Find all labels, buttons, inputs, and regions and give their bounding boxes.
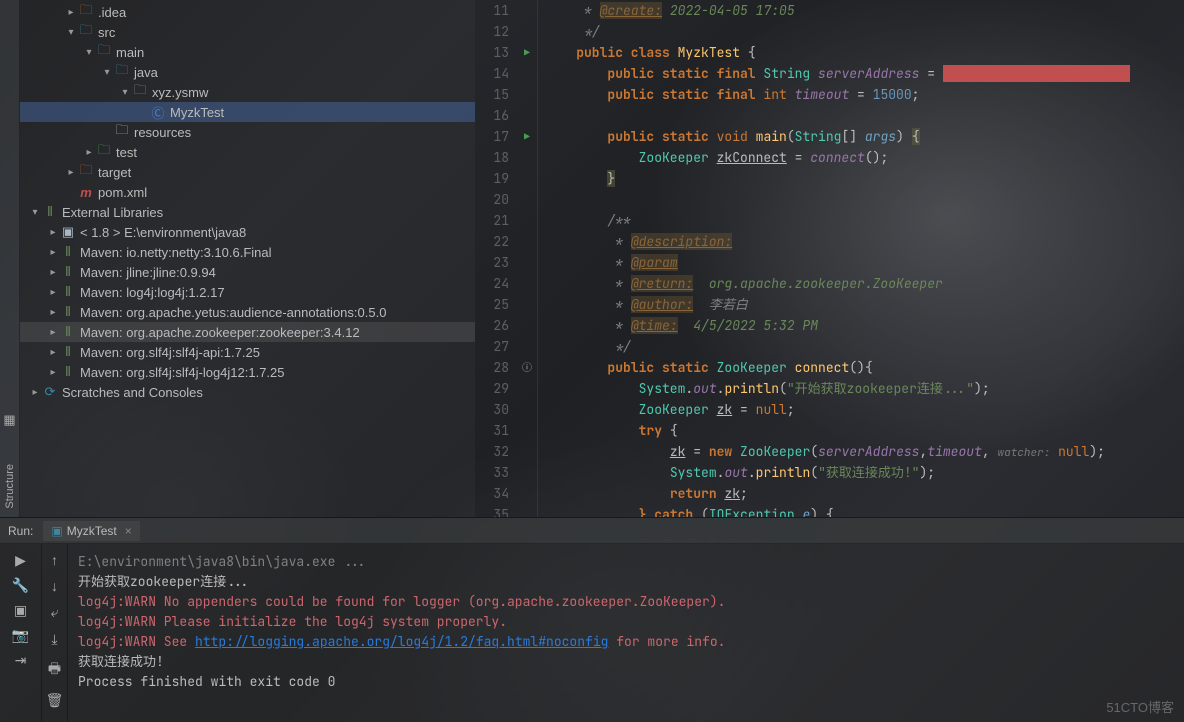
console-line: 获取连接成功! <box>78 652 1174 672</box>
run-tab-icon: ▣ <box>51 524 62 538</box>
tree-row[interactable]: mpom.xml <box>20 182 475 202</box>
tree-label: Maven: jline:jline:0.9.94 <box>80 265 216 280</box>
console-line: log4j:WARN No appenders could be found f… <box>78 592 1174 612</box>
tree-row[interactable]: ▸⫴Maven: log4j:log4j:1.2.17 <box>20 282 475 302</box>
up-arrow-icon[interactable]: ↑ <box>51 552 58 568</box>
tree-label: Maven: io.netty:netty:3.10.6.Final <box>80 245 272 260</box>
chevron-icon[interactable]: ▸ <box>46 247 60 258</box>
chevron-icon[interactable]: ▸ <box>46 327 60 338</box>
tree-row[interactable]: ▾⫴External Libraries <box>20 202 475 222</box>
chevron-icon[interactable]: ▸ <box>28 387 42 398</box>
down-arrow-icon[interactable]: ↓ <box>51 578 58 594</box>
soft-wrap-icon[interactable]: ⤶ <box>51 604 59 621</box>
chevron-icon[interactable]: ▾ <box>64 27 78 38</box>
fold-gutter <box>537 0 545 517</box>
tree-label: resources <box>134 125 191 140</box>
tree-label: Maven: org.slf4j:slf4j-log4j12:1.7.25 <box>80 365 285 380</box>
run-label: Run: <box>8 524 33 538</box>
run-tabs[interactable]: Run: ▣ MyzkTest × <box>0 518 1184 544</box>
tree-row[interactable]: ⒸMyzkTest <box>20 102 475 122</box>
tree-label: External Libraries <box>62 205 163 220</box>
left-tool-gutter: ▦ Structure <box>0 0 20 517</box>
trash-icon[interactable]: 🗑 <box>46 692 64 709</box>
tree-row[interactable]: ▾🗀main <box>20 42 475 62</box>
tree-label: < 1.8 > E:\environment\java8 <box>80 225 246 240</box>
tree-row[interactable]: ▸⫴Maven: io.netty:netty:3.10.6.Final <box>20 242 475 262</box>
tree-label: pom.xml <box>98 185 147 200</box>
code-content[interactable]: * @create: 2022-04-05 17:05 */ public cl… <box>545 0 1184 517</box>
tree-label: .idea <box>98 5 126 20</box>
tree-row[interactable]: ▸🗀.idea <box>20 2 475 22</box>
run-gutter-icon[interactable]: ▶ <box>524 130 530 143</box>
run-toolbar-primary: ▶ 🔧 ▣ 📷 ⇥ <box>0 544 42 722</box>
tree-row[interactable]: ▸⟳Scratches and Consoles <box>20 382 475 402</box>
camera-icon[interactable]: 📷 <box>12 627 29 644</box>
print-icon[interactable]: 🖶 <box>48 658 61 682</box>
tree-row[interactable]: ▸🗀target <box>20 162 475 182</box>
rerun-icon[interactable]: ▶ <box>15 552 26 569</box>
scroll-end-icon[interactable]: ⤓ <box>51 631 57 648</box>
tree-label: Maven: org.slf4j:slf4j-api:1.7.25 <box>80 345 260 360</box>
structure-tab[interactable]: Structure <box>4 464 16 509</box>
tree-row[interactable]: ▾🗀src <box>20 22 475 42</box>
gutter-markers[interactable]: ▶ ▶ ⓘ <box>517 0 537 517</box>
tree-label: MyzkTest <box>170 105 224 120</box>
chevron-icon[interactable]: ▸ <box>46 287 60 298</box>
tree-row[interactable]: ▸⫴Maven: org.apache.zookeeper:zookeeper:… <box>20 322 475 342</box>
structure-icon[interactable]: ▦ <box>3 412 15 428</box>
tree-label: xyz.ysmw <box>152 85 208 100</box>
line-number-gutter: 1112131415161718192021222324252627282930… <box>475 0 517 517</box>
tree-label: java <box>134 65 158 80</box>
tree-label: target <box>98 165 131 180</box>
run-tool-window: Run: ▣ MyzkTest × ▶ 🔧 ▣ 📷 ⇥ ↑ ↓ ⤶ ⤓ 🖶 🗑 <box>0 517 1184 722</box>
layout-icon[interactable]: ▣ <box>14 602 27 619</box>
exit-icon[interactable]: ⇥ <box>15 652 27 669</box>
tree-row[interactable]: ▸⫴Maven: org.slf4j:slf4j-log4j12:1.7.25 <box>20 362 475 382</box>
chevron-icon[interactable]: ▸ <box>46 367 60 378</box>
chevron-icon[interactable]: ▸ <box>46 227 60 238</box>
console-line: E:\environment\java8\bin\java.exe ... <box>78 552 1174 572</box>
chevron-icon[interactable]: ▾ <box>118 87 132 98</box>
chevron-icon[interactable]: ▸ <box>46 307 60 318</box>
chevron-icon[interactable]: ▾ <box>100 67 114 78</box>
chevron-icon[interactable]: ▸ <box>64 7 78 18</box>
project-tree[interactable]: ▸🗀.idea▾🗀src▾🗀main▾🗀java▾🗀xyz.ysmwⒸMyzkT… <box>20 0 475 517</box>
tree-label: Maven: log4j:log4j:1.2.17 <box>80 285 225 300</box>
tree-row[interactable]: ▸⫴Maven: org.apache.yetus:audience-annot… <box>20 302 475 322</box>
close-icon[interactable]: × <box>125 524 132 538</box>
tree-label: Maven: org.apache.zookeeper:zookeeper:3.… <box>80 325 360 340</box>
tree-label: main <box>116 45 144 60</box>
chevron-icon[interactable]: ▸ <box>64 167 78 178</box>
tree-row[interactable]: ▸🗀test <box>20 142 475 162</box>
console-line: Process finished with exit code 0 <box>78 672 1174 692</box>
code-editor[interactable]: 1112131415161718192021222324252627282930… <box>475 0 1184 517</box>
tree-row[interactable]: ▾🗀java <box>20 62 475 82</box>
tree-row[interactable]: ▾🗀xyz.ysmw <box>20 82 475 102</box>
run-gutter-icon[interactable]: ▶ <box>524 46 530 59</box>
chevron-icon[interactable]: ▾ <box>28 207 42 218</box>
tree-row[interactable]: ▸⫴Maven: jline:jline:0.9.94 <box>20 262 475 282</box>
console-output[interactable]: E:\environment\java8\bin\java.exe ...开始获… <box>68 544 1184 722</box>
run-toolbar-secondary: ↑ ↓ ⤶ ⤓ 🖶 🗑 <box>42 544 68 722</box>
tree-row[interactable]: ▸▣< 1.8 > E:\environment\java8 <box>20 222 475 242</box>
console-line: log4j:WARN Please initialize the log4j s… <box>78 612 1174 632</box>
chevron-icon[interactable]: ▾ <box>82 47 96 58</box>
tree-row[interactable]: 🗀resources <box>20 122 475 142</box>
chevron-icon[interactable]: ▸ <box>46 347 60 358</box>
watermark: 51CTO博客 <box>1106 697 1174 716</box>
run-config-tab[interactable]: ▣ MyzkTest × <box>43 521 139 541</box>
tree-label: src <box>98 25 115 40</box>
tree-label: Maven: org.apache.yetus:audience-annotat… <box>80 305 386 320</box>
tree-row[interactable]: ▸⫴Maven: org.slf4j:slf4j-api:1.7.25 <box>20 342 475 362</box>
chevron-icon[interactable]: ▸ <box>82 147 96 158</box>
console-line: 开始获取zookeeper连接... <box>78 572 1174 592</box>
console-line: log4j:WARN See http://logging.apache.org… <box>78 632 1174 652</box>
chevron-icon[interactable]: ▸ <box>46 267 60 278</box>
override-gutter-icon[interactable]: ⓘ <box>522 361 532 374</box>
tree-label: Scratches and Consoles <box>62 385 203 400</box>
tree-label: test <box>116 145 137 160</box>
run-tab-name: MyzkTest <box>67 524 117 538</box>
wrench-icon[interactable]: 🔧 <box>12 577 29 594</box>
